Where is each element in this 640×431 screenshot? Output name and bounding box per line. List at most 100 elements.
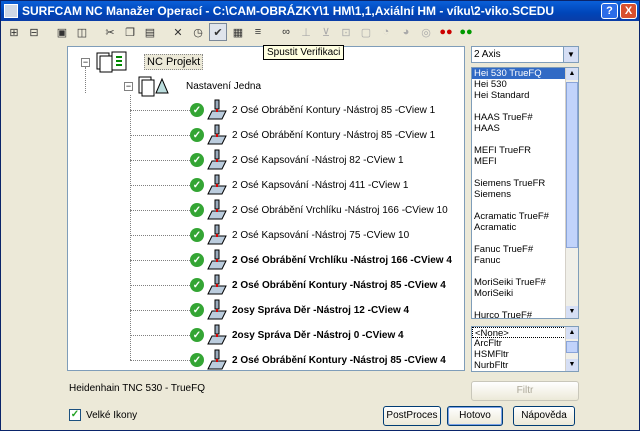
post-name-status: Heidenhain TNC 530 - TrueFQ — [69, 383, 205, 394]
post-list-item[interactable] — [472, 266, 578, 277]
red-light-icon[interactable]: ●● — [437, 23, 455, 41]
copy-icon[interactable]: ❐ — [121, 23, 139, 41]
scroll-thumb[interactable] — [566, 341, 578, 353]
post-list-item[interactable]: Hei 530 — [472, 79, 578, 90]
post-list-item[interactable]: HAAS TrueF# — [472, 112, 578, 123]
postproces-button[interactable]: PostProces — [383, 406, 441, 426]
disabled-icon: ◎ — [421, 26, 431, 39]
post-list-item[interactable] — [472, 233, 578, 244]
operation-row[interactable]: ✓ 2 Osé Kapsování -Nástroj 75 -CView 10 — [190, 224, 409, 246]
machining-op-icon — [207, 199, 227, 220]
tree-line — [130, 210, 190, 211]
simulate-icon[interactable]: ∞ — [277, 23, 295, 41]
post-list-item[interactable]: Hei 530 TrueFQ — [472, 68, 578, 79]
filter-list-item[interactable]: ZRangeFltr — [472, 371, 578, 372]
project-node[interactable]: NC Projekt — [96, 51, 204, 73]
operation-row[interactable]: ✓ 2 Osé Kapsování -Nástroj 82 -CView 1 — [190, 149, 404, 171]
operation-row[interactable]: ✓ 2 Osé Obrábění Vrchlíku -Nástroj 166 -C… — [190, 199, 448, 221]
post-list-item[interactable]: Siemens — [472, 189, 578, 200]
operation-tree[interactable]: − NC Projekt − Nastavení Jedna ✓ 2 Osé Ob… — [67, 46, 465, 371]
window-title: SURFCAM NC Manažer Operací - C:\CAM-OBRÁ… — [22, 4, 555, 18]
operation-row[interactable]: ✓ 2 Osé Kapsování -Nástroj 411 -CView 1 — [190, 174, 408, 196]
backplot-icon[interactable]: ≡ — [249, 23, 267, 41]
axis-select[interactable]: 2 Axis ▼ — [471, 46, 579, 63]
new-op-icon[interactable]: ▣ — [53, 23, 71, 41]
operation-label: 2 Osé Obrábění Vrchlíku -Nástroj 166 -CV… — [232, 204, 448, 216]
scroll-up-icon[interactable]: ▲ — [566, 327, 578, 339]
operation-row[interactable]: ✓ 2osy Správa Děr -Nástroj 12 -CView 4 — [190, 299, 409, 321]
scroll-down-icon[interactable]: ▼ — [566, 359, 578, 371]
tree-line — [85, 67, 86, 93]
operation-label: 2 Osé Kapsování -Nástroj 411 -CView 1 — [232, 179, 409, 191]
setup-node[interactable]: Nastavení Jedna — [138, 75, 261, 97]
post-list-item[interactable] — [472, 134, 578, 145]
operation-row[interactable]: ✓ 2osy Správa Děr -Nástroj 0 -CView 4 — [190, 324, 404, 346]
operation-row[interactable]: ✓ 2 Osé Obrábění Kontury -Nástroj 85 -CVi… — [190, 124, 435, 146]
machining-op-icon — [207, 99, 227, 120]
post-list-item[interactable]: Fanuc — [472, 255, 578, 266]
filter-list-item[interactable]: NurbFltr — [472, 360, 578, 371]
verify-tooltip: Spustit Verifikaci — [263, 45, 345, 60]
operation-label: 2 Osé Kapsování -Nástroj 75 -CView 10 — [232, 229, 410, 241]
operation-row[interactable]: ✓ 2 Osé Obrábění Kontury -Nástroj 85 -CVi… — [190, 274, 446, 296]
machining-op-icon — [207, 274, 227, 295]
tree-line — [130, 135, 190, 136]
cut-icon[interactable]: ✂ — [101, 23, 119, 41]
post-list-item[interactable]: MoriSeiki — [472, 288, 578, 299]
post-list-item[interactable] — [472, 167, 578, 178]
collapse-icon[interactable]: ⊟ — [25, 23, 43, 41]
verified-check-icon: ✓ — [190, 353, 204, 367]
post-list-item[interactable]: MoriSeiki TrueF# — [472, 277, 578, 288]
post-list-item[interactable]: Hei Standard — [472, 90, 578, 101]
green-light-icon[interactable]: ●● — [457, 23, 475, 41]
nc-manager-window: SURFCAM NC Manažer Operací - C:\CAM-OBRÁ… — [0, 0, 640, 431]
operation-row[interactable]: ✓ 2 Osé Obrábění Kontury -Nástroj 85 -CVi… — [190, 349, 446, 370]
copy-op-icon[interactable]: ◫ — [73, 23, 91, 41]
post-list-item[interactable]: MEFI TrueFR — [472, 145, 578, 156]
setup-expander[interactable]: − — [124, 82, 133, 91]
operation-row[interactable]: ✓ 2 Osé Obrábění Kontury -Nástroj 85 -CVi… — [190, 99, 435, 121]
post-list-item[interactable]: HAAS — [472, 123, 578, 134]
title-bar[interactable]: SURFCAM NC Manažer Operací - C:\CAM-OBRÁ… — [1, 1, 639, 21]
filter-list-item[interactable]: HSMFltr — [472, 349, 578, 360]
scroll-down-icon[interactable]: ▼ — [566, 306, 578, 318]
post-list-item[interactable] — [472, 101, 578, 112]
scroll-thumb[interactable] — [566, 82, 578, 248]
project-expander[interactable]: − — [81, 58, 90, 67]
post-list-item[interactable]: Acramatic TrueF# — [472, 211, 578, 222]
post-list-item[interactable] — [472, 299, 578, 310]
post-list-item[interactable]: Fanuc TrueF# — [472, 244, 578, 255]
close-button[interactable]: X — [620, 3, 637, 19]
post-icon[interactable]: ▦ — [229, 23, 247, 41]
filter-list-item[interactable]: <None> — [472, 327, 578, 339]
verified-check-icon: ✓ — [190, 153, 204, 167]
post-list-item[interactable]: Acramatic — [472, 222, 578, 233]
post-list-item[interactable] — [472, 200, 578, 211]
large-icons-checkbox[interactable]: ✓ — [69, 409, 81, 421]
operation-row[interactable]: ✓ 2 Osé Obrábění Vrchlíku -Nástroj 166 -C… — [190, 249, 452, 271]
operation-label: 2osy Správa Děr -Nástroj 0 -CView 4 — [232, 329, 404, 341]
tree-line — [130, 110, 190, 111]
expand-icon[interactable]: ⊞ — [5, 23, 23, 41]
filter-list-scrollbar[interactable]: ▲ ▼ — [565, 327, 578, 371]
post-list-item[interactable]: MEFI — [472, 156, 578, 167]
large-icons-option[interactable]: ✓ Velké Ikony — [69, 409, 137, 421]
disabled-icon: ◕ — [402, 26, 410, 38]
verified-check-icon: ✓ — [190, 253, 204, 267]
verify-icon[interactable]: ✔ — [209, 23, 227, 41]
post-list-item[interactable]: Siemens TrueFR — [472, 178, 578, 189]
delete-icon[interactable]: ✕ — [169, 23, 187, 41]
chevron-down-icon[interactable]: ▼ — [563, 47, 578, 62]
verified-check-icon: ✓ — [190, 228, 204, 242]
filter-list-item[interactable]: ArcFltr — [472, 338, 578, 349]
scroll-up-icon[interactable]: ▲ — [566, 68, 578, 80]
help-button[interactable]: ? — [601, 3, 618, 19]
time-icon[interactable]: ◷ — [189, 23, 207, 41]
paste-icon[interactable]: ▤ — [141, 23, 159, 41]
post-list[interactable]: Hei 530 TrueFQ Hei 530 Hei Standard HAAS Tr… — [471, 67, 579, 319]
post-list-item[interactable]: Hurco TrueF# — [472, 310, 578, 318]
post-list-scrollbar[interactable]: ▲ ▼ — [565, 68, 578, 318]
napoveda-button[interactable]: Nápověda — [513, 406, 575, 426]
hotovo-button[interactable]: Hotovo — [447, 406, 503, 426]
filter-list[interactable]: <None>ArcFltrHSMFltrNurbFltrZRangeFltr ▲… — [471, 326, 579, 372]
